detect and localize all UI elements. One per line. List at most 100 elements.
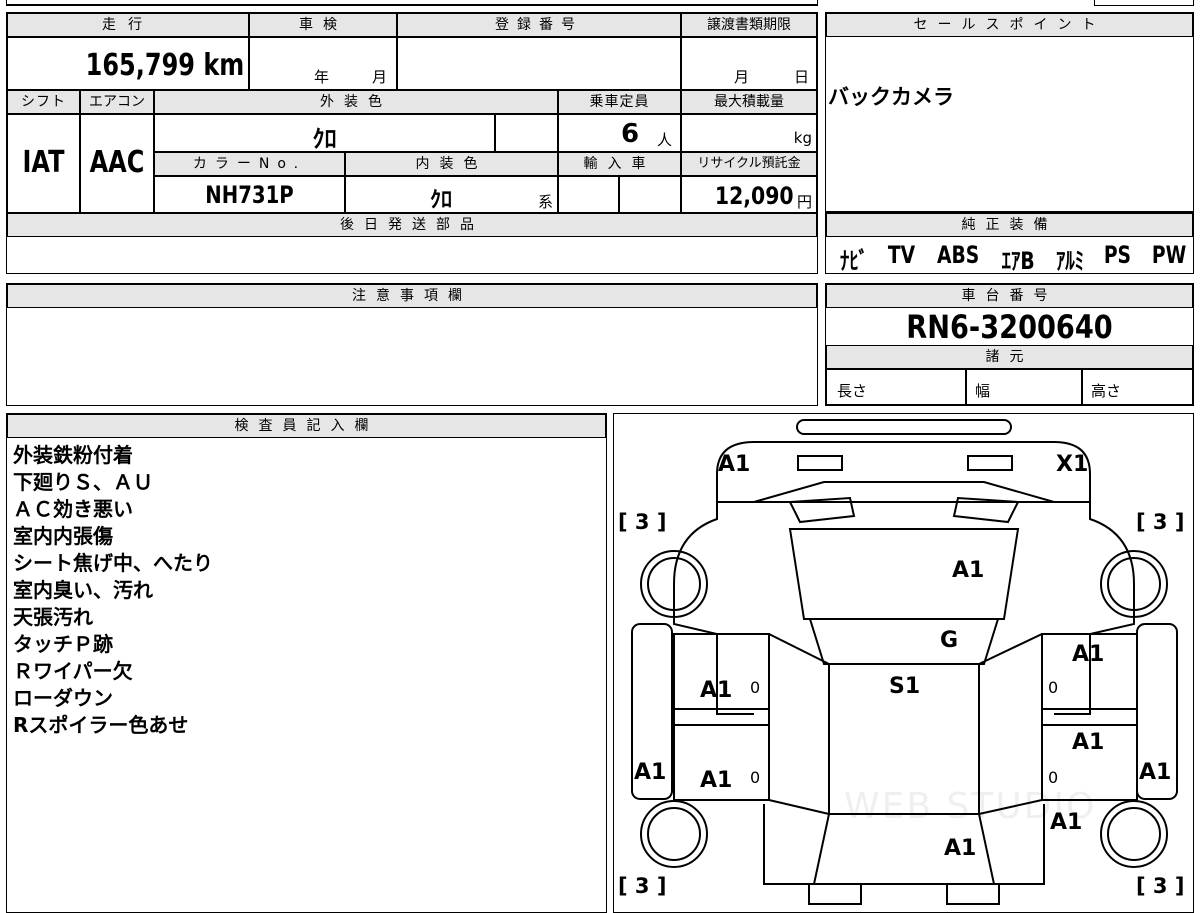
recycle-cell: 12,090 円 [681, 176, 817, 213]
max-load-header: 最大積載量 [681, 90, 817, 114]
sales-point-block: セールスポイント バックカメラ [825, 12, 1194, 212]
shaken-month-label: 月 [372, 68, 388, 86]
car-diagram-block: A1 X1 [ 3 ] [ 3 ] A1 G S1 A1 0 A1 0 A1 0… [613, 413, 1194, 913]
inspector-header: 検査員記入欄 [7, 414, 606, 438]
interior-color-value: ｸﾛ [429, 188, 452, 213]
shift-cell: IAT [7, 114, 80, 213]
mileage-header: 走行 [7, 13, 249, 37]
later-parts-header: 後日発送部品 [7, 213, 817, 237]
aircon-header: エアコン [80, 90, 154, 114]
interior-color-header: 内装色 [345, 152, 558, 176]
inspector-line: タッチＰ跡 [13, 632, 113, 656]
door-rl-small: 0 [750, 768, 761, 787]
exterior-color-value: ｸﾛ [312, 125, 337, 153]
inspector-line: Ｒワイパー欠 [13, 659, 133, 683]
shaken-cell: 年 月 [249, 37, 397, 90]
mileage-cell: 165,799 km [7, 37, 249, 90]
aircon-cell: AAC [80, 114, 154, 213]
vehicle-info-block: 走行 車検 登録番号 譲渡書類期限 165,799 km 年 月 月 日 シフト… [6, 12, 818, 274]
max-load-cell: kg [681, 114, 817, 152]
sales-point-header: セールスポイント [826, 13, 1193, 37]
inspector-lines: 外装鉄粉付着 下廻りＳ、ＡＵ ＡＣ効き悪い 室内内張傷 シート焦げ中、へたり 室… [13, 442, 213, 739]
transfer-day-label: 日 [794, 68, 810, 86]
transfer-deadline-header: 譲渡書類期限 [681, 13, 817, 37]
inspector-line: 室内内張傷 [13, 524, 113, 548]
width-cell: 幅 [966, 369, 1082, 405]
notes-header: 注意事項欄 [7, 284, 817, 308]
chassis-header: 車台番号 [826, 284, 1193, 308]
inspector-line: 外装鉄粉付着 [13, 443, 133, 467]
inspector-line: ローダウン [13, 686, 113, 710]
recycle-value: 12,090 [715, 182, 794, 210]
inspector-line: シート焦げ中、へたり [13, 551, 213, 575]
transfer-month-label: 月 [734, 68, 750, 86]
equip-navi: ﾅﾋﾞ [839, 247, 869, 275]
import-header: 輸入車 [558, 152, 681, 176]
chassis-value: RN6-3200640 [906, 308, 1113, 346]
shaken-year-label: 年 [314, 68, 330, 86]
door-fl-small: 0 [750, 678, 761, 697]
length-label: 長さ [837, 382, 868, 400]
tire-rl-label: [ 3 ] [618, 874, 667, 898]
aircon-value: AAC [89, 145, 145, 180]
later-parts-cell [7, 237, 817, 273]
front-right-label: X1 [1056, 452, 1089, 477]
inspector-line: 下廻りＳ、ＡＵ [13, 470, 153, 494]
rocker-right-label: A1 [1139, 760, 1172, 785]
color-no-header: カラーNo. [154, 152, 345, 176]
equip-ps: PS [1103, 241, 1131, 269]
hood-label: A1 [952, 558, 985, 583]
tire-fl-label: [ 3 ] [618, 510, 667, 534]
recycle-unit: 円 [796, 193, 812, 211]
color-no-cell: NH731P [154, 176, 345, 213]
equip-abs: ABS [937, 241, 980, 269]
length-cell: 長さ [826, 369, 966, 405]
shift-header: シフト [7, 90, 80, 114]
notes-block: 注意事項欄 [6, 283, 818, 406]
equip-pw: PW [1151, 241, 1187, 269]
registration-cell [397, 37, 681, 90]
inspector-line: ＡＣ効き悪い [13, 497, 133, 521]
tire-rr-label: [ 3 ] [1136, 874, 1185, 898]
windshield-label: G [940, 628, 959, 653]
door-fr-label: A1 [1072, 642, 1105, 667]
door-rl-label: A1 [700, 768, 733, 793]
chassis-block: 車台番号 RN6-3200640 諸元 長さ 幅 高さ [825, 283, 1194, 406]
rocker-left-label: A1 [634, 760, 667, 785]
watermark: WEB STUDIO [844, 786, 1097, 827]
inspector-block: 検査員記入欄 外装鉄粉付着 下廻りＳ、ＡＵ ＡＣ効き悪い 室内内張傷 シート焦げ… [6, 413, 607, 913]
inspector-line: 室内臭い、汚れ [13, 578, 153, 602]
door-fl-label: A1 [700, 678, 733, 703]
exterior-color-cell: ｸﾛ [154, 114, 495, 153]
inspector-line: 天張汚れ [13, 605, 93, 629]
front-left-label: A1 [718, 452, 751, 477]
height-cell: 高さ [1082, 369, 1193, 405]
mileage-value: 165,799 km [85, 48, 244, 83]
spec-header: 諸元 [826, 345, 1193, 369]
capacity-cell: 6 人 [558, 114, 681, 152]
interior-color-suffix: 系 [537, 193, 553, 211]
transfer-cell: 月 日 [681, 37, 817, 90]
genuine-equipment-header: 純正装備 [826, 213, 1193, 237]
max-load-unit: kg [793, 129, 812, 147]
equip-alloy: ｱﾙﾐ [1055, 247, 1084, 275]
door-rr-small: 0 [1048, 768, 1059, 787]
top-cutoff-row [6, 0, 818, 6]
roof-label: S1 [889, 674, 921, 699]
top-cutoff-right [1094, 0, 1194, 6]
door-fr-small: 0 [1048, 678, 1059, 697]
door-rr-label: A1 [1072, 730, 1105, 755]
height-label: 高さ [1091, 382, 1122, 400]
equip-airbag: ｴｱB [1002, 247, 1036, 275]
exterior-color-header: 外装色 [154, 90, 558, 114]
capacity-value: 6 [621, 119, 640, 149]
genuine-equipment-block: 純正装備 ﾅﾋﾞ TV ABS ｴｱB ｱﾙﾐ PS PW [825, 212, 1194, 275]
width-label: 幅 [975, 382, 991, 400]
import-cell-a [558, 176, 619, 213]
capacity-unit: 人 [657, 131, 673, 149]
interior-color-cell: ｸﾛ 系 [345, 176, 558, 213]
registration-header: 登録番号 [397, 13, 681, 37]
exterior-color-extra-cell [495, 114, 558, 152]
recycle-header: リサイクル預託金 [681, 152, 817, 176]
capacity-header: 乗車定員 [558, 90, 681, 114]
